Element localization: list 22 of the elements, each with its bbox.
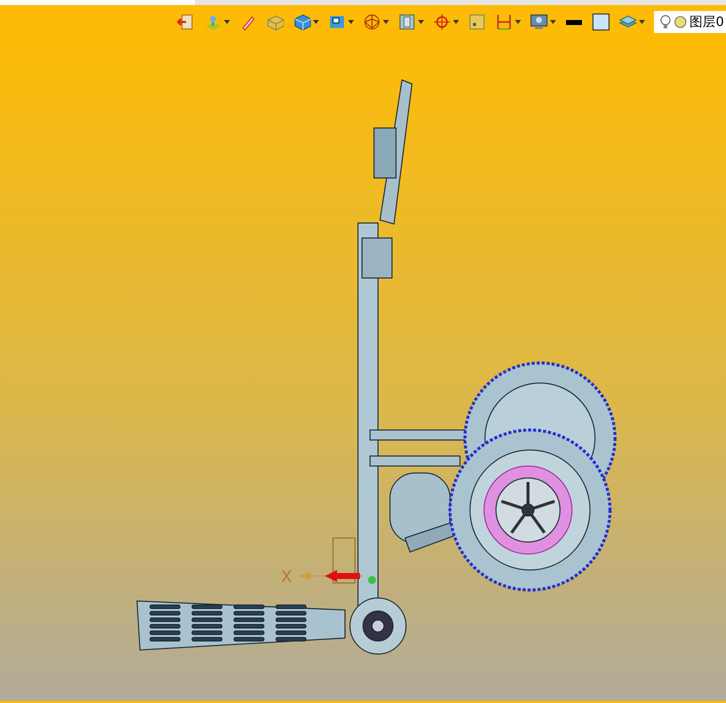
caret-icon[interactable] <box>550 20 556 24</box>
caret-icon[interactable] <box>348 20 354 24</box>
caret-icon[interactable] <box>313 20 319 24</box>
layer-field[interactable]: 图层0 <box>654 11 726 33</box>
dimension-icon[interactable] <box>495 13 513 31</box>
light-bulb-icon <box>660 14 671 30</box>
caret-icon[interactable] <box>639 20 645 24</box>
caret-icon[interactable] <box>418 20 424 24</box>
frame-icon[interactable] <box>398 13 416 31</box>
axis-label: X <box>281 567 292 586</box>
wireframe-sphere-icon[interactable] <box>363 13 381 31</box>
exit-icon[interactable] <box>177 13 195 31</box>
circle-icon <box>674 15 687 29</box>
layer-name: 图层0 <box>690 14 724 31</box>
caret-icon[interactable] <box>515 20 521 24</box>
caret-icon[interactable] <box>224 20 230 24</box>
caret-icon[interactable] <box>453 20 459 24</box>
square-icon[interactable] <box>468 13 486 31</box>
crosshair-icon[interactable] <box>433 13 451 31</box>
color-swatch-icon[interactable] <box>592 13 610 31</box>
caret-icon[interactable] <box>383 20 389 24</box>
monitor-icon[interactable] <box>530 13 548 31</box>
